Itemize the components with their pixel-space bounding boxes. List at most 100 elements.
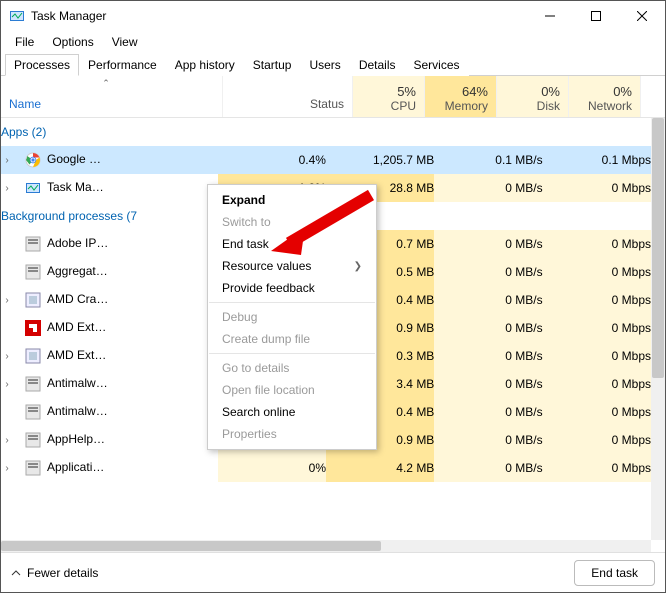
process-name: AMD External Events Serv	[47, 348, 109, 362]
column-disk[interactable]: 0% Disk	[497, 76, 569, 117]
cell-disk: 0 MB/s	[434, 314, 542, 342]
menu-view[interactable]: View	[104, 33, 146, 51]
context-item-create-dump-file: Create dump file	[208, 328, 376, 350]
window-title: Task Manager	[31, 9, 106, 23]
cell-disk: 0 MB/s	[434, 230, 542, 258]
amd-icon	[25, 292, 41, 308]
task-manager-window: Task Manager FileOptionsView ProcessesPe…	[0, 0, 666, 593]
network-label: Network	[588, 99, 632, 113]
cell-mem: 4.2 MB	[326, 454, 434, 482]
cell-net: 0 Mbps	[543, 286, 651, 314]
table-row[interactable]: ›Google Chrome (53)0.4%1,205.7 MB0.1 MB/…	[1, 146, 651, 174]
expand-chevron-icon[interactable]: ›	[1, 155, 13, 166]
context-item-label: Open file location	[222, 383, 315, 397]
cell-disk: 0 MB/s	[434, 426, 542, 454]
context-item-label: Search online	[222, 405, 295, 419]
cell-net: 0 Mbps	[543, 230, 651, 258]
context-item-end-task[interactable]: End task	[208, 233, 376, 255]
context-item-switch-to: Switch to	[208, 211, 376, 233]
chevron-up-icon	[11, 568, 21, 578]
expand-chevron-icon[interactable]: ›	[1, 183, 13, 194]
column-name-label: Name	[9, 97, 41, 111]
bottom-bar: Fewer details End task	[1, 552, 665, 592]
column-memory[interactable]: 64% Memory	[425, 76, 497, 117]
chrome-icon	[25, 152, 41, 168]
tab-app-history[interactable]: App history	[166, 54, 244, 76]
disk-label: Disk	[537, 99, 560, 113]
cell-disk: 0 MB/s	[434, 174, 542, 202]
tab-startup[interactable]: Startup	[244, 54, 301, 76]
table-row[interactable]: ›Application Frame Host0%4.2 MB0 MB/s0 M…	[1, 454, 651, 482]
cell-net: 0 Mbps	[543, 426, 651, 454]
maximize-button[interactable]	[573, 1, 619, 31]
context-item-properties: Properties	[208, 423, 376, 445]
expand-chevron-icon[interactable]: ›	[1, 463, 13, 474]
process-name: AMD Crash Defender Ser	[47, 292, 109, 306]
minimize-button[interactable]	[527, 1, 573, 31]
tab-services[interactable]: Services	[405, 54, 469, 76]
cell-cpu: 0.4%	[218, 146, 326, 174]
tab-users[interactable]: Users	[300, 54, 349, 76]
menu-file[interactable]: File	[7, 33, 42, 51]
context-item-open-file-location: Open file location	[208, 379, 376, 401]
horizontal-scrollbar[interactable]	[1, 540, 651, 552]
sort-chevron-icon: ⌃	[91, 78, 121, 89]
context-item-expand[interactable]: Expand	[208, 189, 376, 211]
titlebar-left: Task Manager	[9, 8, 106, 24]
context-item-go-to-details: Go to details	[208, 357, 376, 379]
network-pct: 0%	[613, 84, 632, 99]
disk-pct: 0%	[541, 84, 560, 99]
generic-icon	[25, 236, 41, 252]
process-name: Adobe IPC Broker (32 bit)	[47, 236, 109, 250]
context-item-search-online[interactable]: Search online	[208, 401, 376, 423]
vertical-scrollbar[interactable]	[651, 118, 665, 540]
group-header: Apps (2)	[1, 118, 651, 146]
fewer-details-toggle[interactable]: Fewer details	[11, 566, 98, 580]
end-task-button[interactable]: End task	[574, 560, 655, 586]
memory-pct: 64%	[462, 84, 488, 99]
context-item-label: Create dump file	[222, 332, 310, 346]
menubar: FileOptionsView	[1, 31, 665, 53]
context-item-label: Go to details	[222, 361, 289, 375]
context-item-resource-values[interactable]: Resource values❯	[208, 255, 376, 277]
scroll-thumb[interactable]	[652, 118, 664, 378]
cell-net: 0 Mbps	[543, 258, 651, 286]
cell-cpu: 0%	[218, 454, 326, 482]
context-item-provide-feedback[interactable]: Provide feedback	[208, 277, 376, 299]
expand-chevron-icon[interactable]: ›	[1, 435, 13, 446]
expand-chevron-icon[interactable]: ›	[1, 351, 13, 362]
menu-options[interactable]: Options	[44, 33, 101, 51]
cell-net: 0.1 Mbps	[543, 146, 651, 174]
expand-chevron-icon[interactable]: ›	[1, 295, 13, 306]
close-button[interactable]	[619, 1, 665, 31]
cell-disk: 0 MB/s	[434, 370, 542, 398]
process-name: Google Chrome (53)	[47, 152, 109, 166]
context-menu: ExpandSwitch toEnd taskResource values❯P…	[207, 184, 377, 450]
cell-net: 0 Mbps	[543, 342, 651, 370]
cell-net: 0 Mbps	[543, 370, 651, 398]
expand-chevron-icon[interactable]: ›	[1, 379, 13, 390]
taskmgr-icon	[25, 180, 41, 196]
context-item-label: Resource values	[222, 259, 311, 273]
cell-disk: 0.1 MB/s	[434, 146, 542, 174]
generic-icon	[25, 264, 41, 280]
tab-performance[interactable]: Performance	[79, 54, 166, 76]
column-status[interactable]: Status	[223, 76, 353, 117]
process-name: Task Manager	[47, 180, 109, 194]
cell-net: 0 Mbps	[543, 398, 651, 426]
generic-icon	[25, 376, 41, 392]
column-cpu[interactable]: 5% CPU	[353, 76, 425, 117]
generic-icon	[25, 432, 41, 448]
context-item-label: Switch to	[222, 215, 271, 229]
column-network[interactable]: 0% Network	[569, 76, 641, 117]
cell-net: 0 Mbps	[543, 174, 651, 202]
context-separator	[209, 353, 375, 354]
table-header: Name ⌃ Status 5% CPU 64% Memory 0% Disk …	[1, 76, 665, 118]
context-item-label: Properties	[222, 427, 277, 441]
scroll-thumb[interactable]	[1, 541, 381, 551]
fewer-details-label: Fewer details	[27, 566, 98, 580]
tab-details[interactable]: Details	[350, 54, 405, 76]
taskmgr-icon	[9, 8, 25, 24]
cpu-label: CPU	[391, 99, 416, 113]
tab-processes[interactable]: Processes	[5, 54, 79, 76]
